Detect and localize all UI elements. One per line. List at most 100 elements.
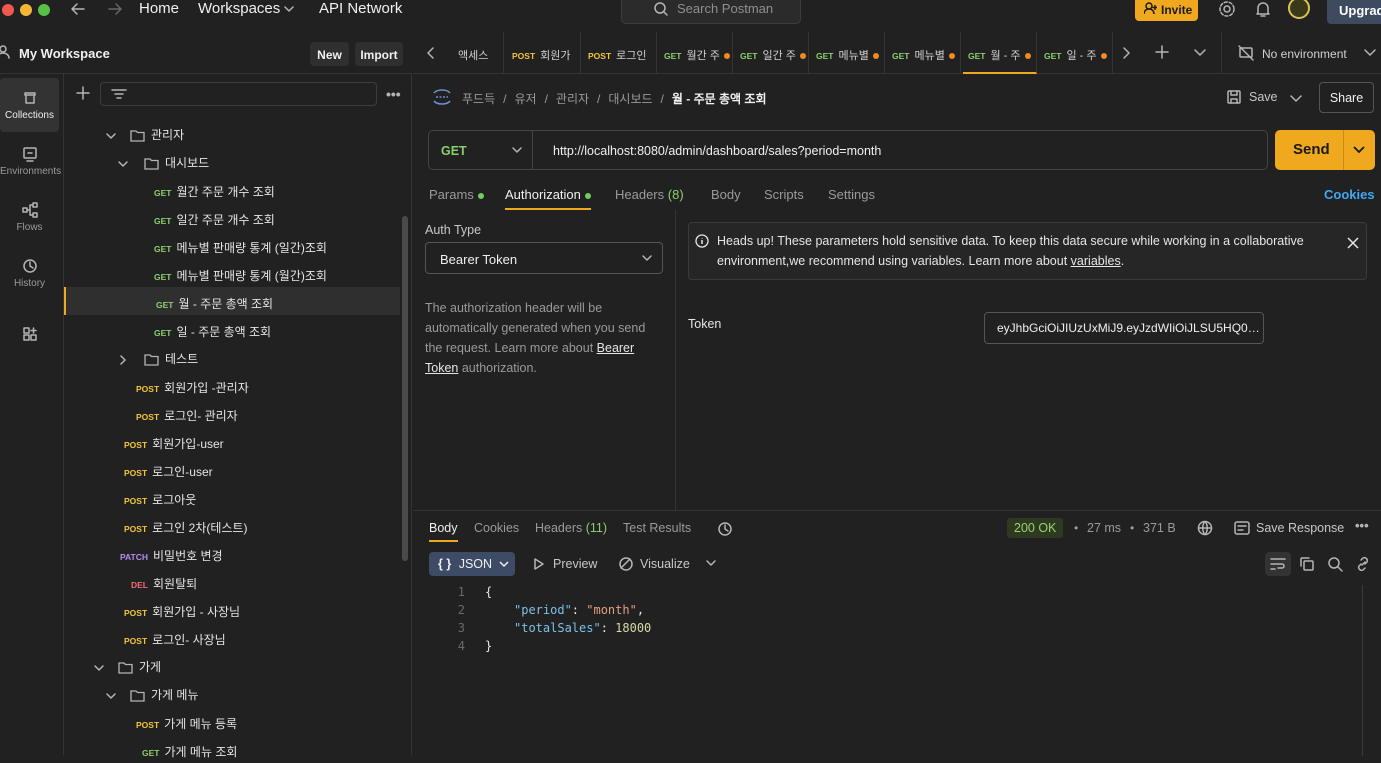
minimize-window-button[interactable] <box>20 4 32 16</box>
request-tab[interactable]: GET 일간 주 <box>735 32 809 74</box>
save-button[interactable]: Save <box>1227 90 1278 104</box>
close-window-button[interactable] <box>2 4 14 16</box>
tree-folder[interactable]: 대시보드 <box>64 147 400 175</box>
auth-type-select[interactable]: Bearer Token <box>425 242 663 274</box>
tree-folder[interactable]: 테스트 <box>64 343 400 371</box>
tab-body[interactable]: Body <box>711 187 741 202</box>
search-bar[interactable]: Search Postman <box>621 0 801 24</box>
add-collection-icon[interactable] <box>76 86 90 100</box>
visualize-chevron-icon[interactable] <box>706 560 716 568</box>
rail-collections[interactable]: Collections <box>0 78 59 132</box>
tree-request-item[interactable]: POST 로그아웃 <box>64 483 400 511</box>
copy-icon[interactable] <box>1299 556 1315 572</box>
tree-request-item[interactable]: GET 일 - 주문 총액 조회 <box>64 315 400 343</box>
tab-headers[interactable]: Headers (8) <box>615 187 684 202</box>
response-tab-body[interactable]: Body <box>429 521 458 535</box>
tree-request-item[interactable]: POST 로그인-user <box>64 455 400 483</box>
send-options-chevron-icon[interactable] <box>1353 146 1365 154</box>
send-button[interactable]: Send <box>1275 130 1375 170</box>
upgrade-button[interactable]: Upgrad <box>1327 0 1381 24</box>
save-response-button[interactable]: Save Response <box>1256 521 1344 535</box>
save-options-chevron-icon[interactable] <box>1290 95 1302 103</box>
response-tab-cookies[interactable]: Cookies <box>474 521 519 535</box>
tree-request-item[interactable]: POST 회원가입 - 사장님 <box>64 595 400 623</box>
chevron-down-icon[interactable] <box>94 663 104 673</box>
tree-request-item[interactable]: POST 로그인- 사장님 <box>64 623 400 651</box>
request-tab[interactable]: POST 회원가 <box>507 32 581 74</box>
notification-bell-icon[interactable] <box>1254 0 1272 18</box>
tree-request-item[interactable]: GET 메뉴별 판매량 통계 (일간)조회 <box>64 231 400 259</box>
more-options-icon[interactable]: ••• <box>386 86 401 102</box>
breadcrumb-item[interactable]: 푸드득 <box>462 92 495 106</box>
breadcrumb-item[interactable]: 대시보드 <box>608 92 652 106</box>
tabs-scroll-right-icon[interactable] <box>1121 46 1131 60</box>
url-input[interactable]: http://localhost:8080/admin/dashboard/sa… <box>553 144 881 158</box>
breadcrumb-item[interactable]: 유저 <box>514 92 536 106</box>
back-arrow-icon[interactable] <box>70 2 86 16</box>
rail-more[interactable] <box>0 314 59 368</box>
chevron-down-icon[interactable] <box>118 159 128 169</box>
tree-request-item[interactable]: GET 메뉴별 판매량 통계 (월간)조회 <box>64 259 400 287</box>
tree-folder[interactable]: 가게 <box>64 651 400 679</box>
nav-api-network[interactable]: API Network <box>319 0 402 17</box>
import-button[interactable]: Import <box>355 42 403 66</box>
token-input[interactable]: eyJhbGciOiJIUzUxMiJ9.eyJzdWIiOiJLSU5HQ0h… <box>984 312 1264 344</box>
preview-button[interactable]: Preview <box>553 557 597 571</box>
tree-request-item[interactable]: POST 가게 메뉴 등록 <box>64 707 400 735</box>
chevron-right-icon[interactable] <box>118 355 128 365</box>
request-tab[interactable]: GET 메뉴별 <box>887 32 961 74</box>
close-icon[interactable] <box>1347 237 1359 249</box>
rail-flows[interactable]: Flows <box>0 190 59 244</box>
request-tab[interactable]: GET 월간 주 <box>659 32 733 74</box>
cookies-link[interactable]: Cookies <box>1324 187 1375 202</box>
response-tab-test-results[interactable]: Test Results <box>623 521 691 535</box>
tree-request-item[interactable]: POST 로그인 2차(테스트) <box>64 511 400 539</box>
nav-workspaces[interactable]: Workspaces <box>198 0 295 17</box>
tab-params[interactable]: Params <box>429 187 484 202</box>
tree-request-item[interactable]: DEL 회원탈퇴 <box>64 567 400 595</box>
maximize-window-button[interactable] <box>38 4 50 16</box>
tree-folder[interactable]: 가게 메뉴 <box>64 679 400 707</box>
tree-request-item[interactable]: POST 회원가입-user <box>64 427 400 455</box>
nav-home[interactable]: Home <box>139 0 179 17</box>
sidebar-scrollbar[interactable] <box>402 216 408 561</box>
invite-button[interactable]: Invite <box>1135 0 1198 21</box>
tree-request-item[interactable]: POST 회원가입 -관리자 <box>64 371 400 399</box>
request-tab[interactable]: 액세스 <box>458 32 504 74</box>
tab-authorization[interactable]: Authorization <box>505 187 591 202</box>
response-history-icon[interactable] <box>717 521 733 537</box>
new-tab-plus-icon[interactable] <box>1155 45 1169 59</box>
chevron-down-icon[interactable] <box>106 131 116 141</box>
response-tab-headers[interactable]: Headers (11) <box>535 521 607 535</box>
method-select[interactable]: GET <box>429 131 533 169</box>
environment-selector[interactable]: No environment <box>1221 32 1381 74</box>
avatar[interactable] <box>1288 0 1310 19</box>
tree-request-item[interactable]: GET 월 - 주문 총액 조회 <box>64 287 400 315</box>
variables-link[interactable]: variables <box>1071 254 1121 268</box>
request-tab[interactable]: GET 메뉴별 <box>811 32 885 74</box>
globe-icon[interactable] <box>1197 520 1213 536</box>
tree-request-item[interactable]: GET 일간 주문 개수 조회 <box>64 203 400 231</box>
tree-request-item[interactable]: GET 가게 메뉴 조회 <box>64 735 400 763</box>
collection-filter-input[interactable] <box>100 82 377 106</box>
search-icon[interactable] <box>1327 556 1343 572</box>
tree-request-item[interactable]: POST 로그인- 관리자 <box>64 399 400 427</box>
format-select[interactable]: { } JSON <box>429 552 515 576</box>
forward-arrow-icon[interactable] <box>107 2 123 16</box>
settings-gear-icon[interactable] <box>1218 0 1236 18</box>
rail-environments[interactable]: Environments <box>0 134 61 188</box>
share-button[interactable]: Share <box>1319 82 1374 113</box>
visualize-button[interactable]: Visualize <box>640 557 690 571</box>
link-icon[interactable] <box>1355 556 1371 572</box>
tree-request-item[interactable]: GET 월간 주문 개수 조회 <box>64 175 400 203</box>
more-options-icon[interactable]: ••• <box>1355 518 1369 533</box>
request-tab[interactable]: GET 월 - 주 <box>963 32 1037 74</box>
chevron-down-icon[interactable] <box>106 691 116 701</box>
wrap-lines-button[interactable] <box>1265 552 1291 576</box>
tree-request-item[interactable]: PATCH 비밀번호 변경 <box>64 539 400 567</box>
new-button[interactable]: New <box>310 42 349 66</box>
request-tab[interactable]: POST 로그인 <box>583 32 657 74</box>
request-tab[interactable]: GET 일 - 주 <box>1039 32 1113 74</box>
rail-history[interactable]: History <box>0 246 59 300</box>
tree-folder[interactable]: 관리자 <box>64 119 400 147</box>
